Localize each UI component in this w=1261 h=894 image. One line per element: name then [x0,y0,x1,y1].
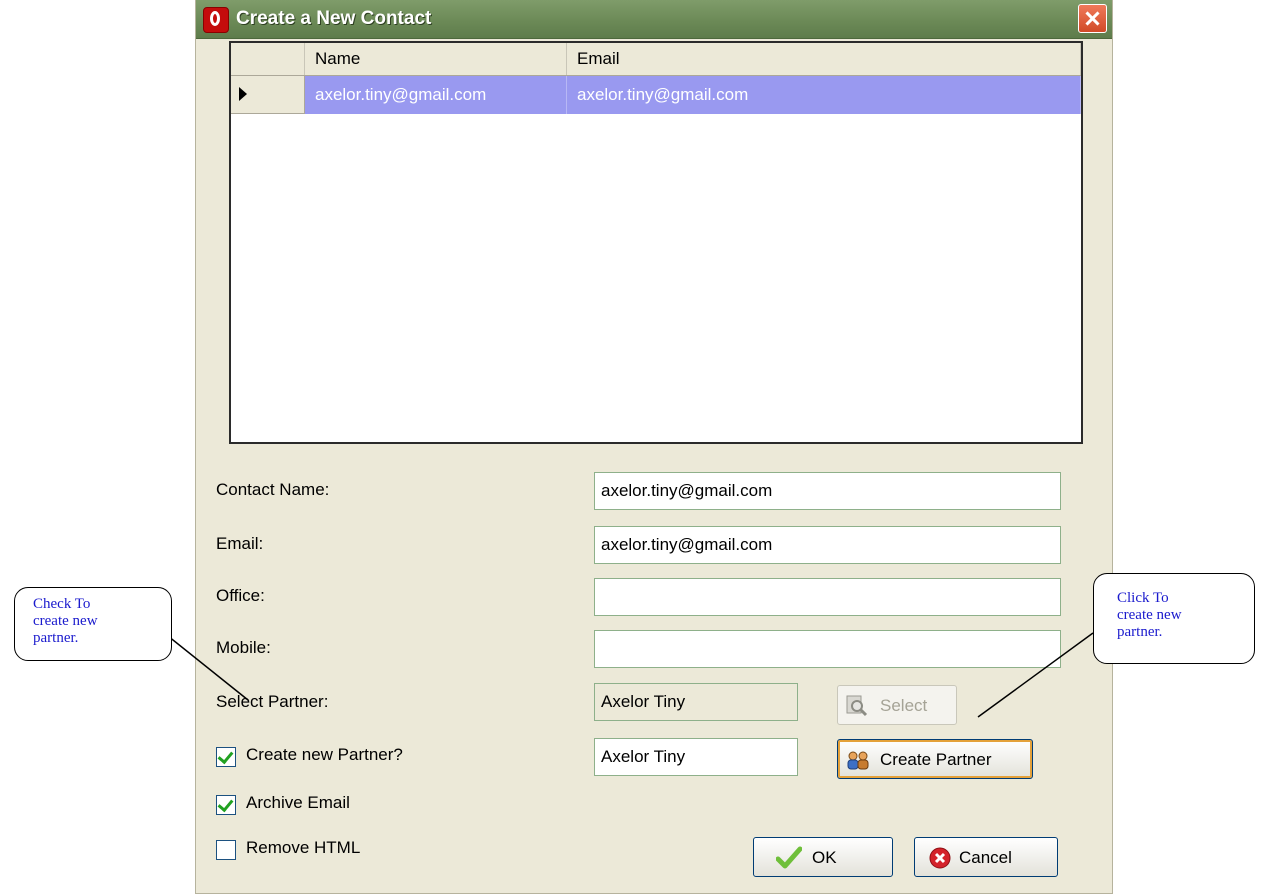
callout-pointers [157,627,1094,718]
callout-line: partner. [1117,624,1163,640]
callout-line: create new [1117,607,1182,623]
right-annotation-callout: Click To create new partner. [1093,573,1255,664]
right-callout-pointer [977,632,1094,718]
left-annotation-callout: Check To create new partner. [14,587,172,661]
callout-line: create new [33,613,98,629]
callout-line: Click To [1117,590,1169,606]
callout-line: partner. [33,630,79,646]
callout-line: Check To [33,596,91,612]
